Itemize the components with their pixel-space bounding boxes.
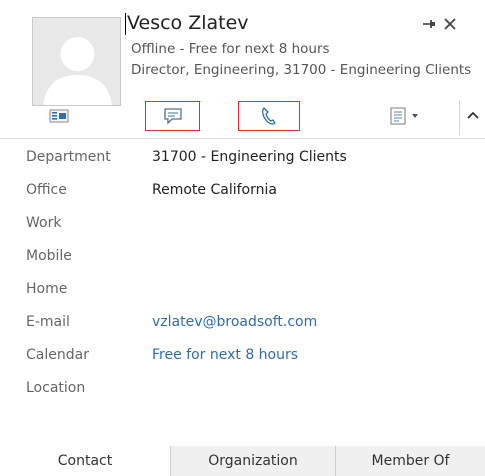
field-label: Home	[26, 281, 68, 297]
email-link[interactable]: vzlatev@broadsoft.com	[152, 314, 317, 330]
avatar[interactable]	[32, 17, 121, 106]
phone-icon	[262, 107, 276, 125]
tab-member-of[interactable]: Member Of	[335, 446, 485, 476]
chevron-up-icon	[467, 111, 479, 119]
chat-bubble-icon	[163, 108, 182, 125]
pin-button[interactable]	[420, 15, 438, 33]
tab-organization[interactable]: Organization	[170, 446, 335, 476]
contact-card-button[interactable]	[43, 101, 75, 131]
chevron-down-icon	[412, 114, 418, 118]
field-label: Mobile	[26, 248, 72, 264]
calendar-link[interactable]: Free for next 8 hours	[152, 347, 298, 363]
instant-message-button[interactable]	[145, 101, 200, 131]
details-button[interactable]	[386, 101, 424, 131]
field-label: Department	[26, 149, 111, 165]
tab-label: Contact	[57, 453, 113, 469]
header-divider	[0, 138, 485, 139]
details-icon	[390, 107, 406, 125]
close-icon	[444, 18, 456, 30]
tab-label: Organization	[208, 453, 298, 469]
contact-card-icon	[49, 109, 69, 123]
text-cursor	[125, 13, 126, 35]
contact-name[interactable]: Vesco Zlatev	[127, 12, 249, 34]
presence-status: Offline - Free for next 8 hours	[131, 41, 330, 57]
field-value: 31700 - Engineering Clients	[152, 149, 347, 165]
field-label: Location	[26, 380, 86, 396]
tab-strip: Contact Organization Member Of	[0, 446, 485, 476]
job-title: Director, Engineering, 31700 - Engineeri…	[131, 62, 472, 78]
contact-card: Vesco Zlatev Offline - Free for next 8 h…	[0, 0, 485, 476]
toolbar-separator	[459, 100, 460, 135]
field-label: Office	[26, 182, 67, 198]
field-label: Work	[26, 215, 62, 231]
close-button[interactable]	[441, 15, 459, 33]
tab-label: Member Of	[371, 453, 450, 469]
collapse-button[interactable]	[464, 105, 482, 125]
person-silhouette-icon	[33, 18, 120, 105]
pin-icon	[423, 20, 435, 28]
tab-contact[interactable]: Contact	[0, 446, 170, 476]
field-value: Remote California	[152, 182, 277, 198]
call-button[interactable]	[238, 101, 300, 131]
action-toolbar	[0, 96, 485, 136]
field-label: Calendar	[26, 347, 89, 363]
field-label: E-mail	[26, 314, 70, 330]
